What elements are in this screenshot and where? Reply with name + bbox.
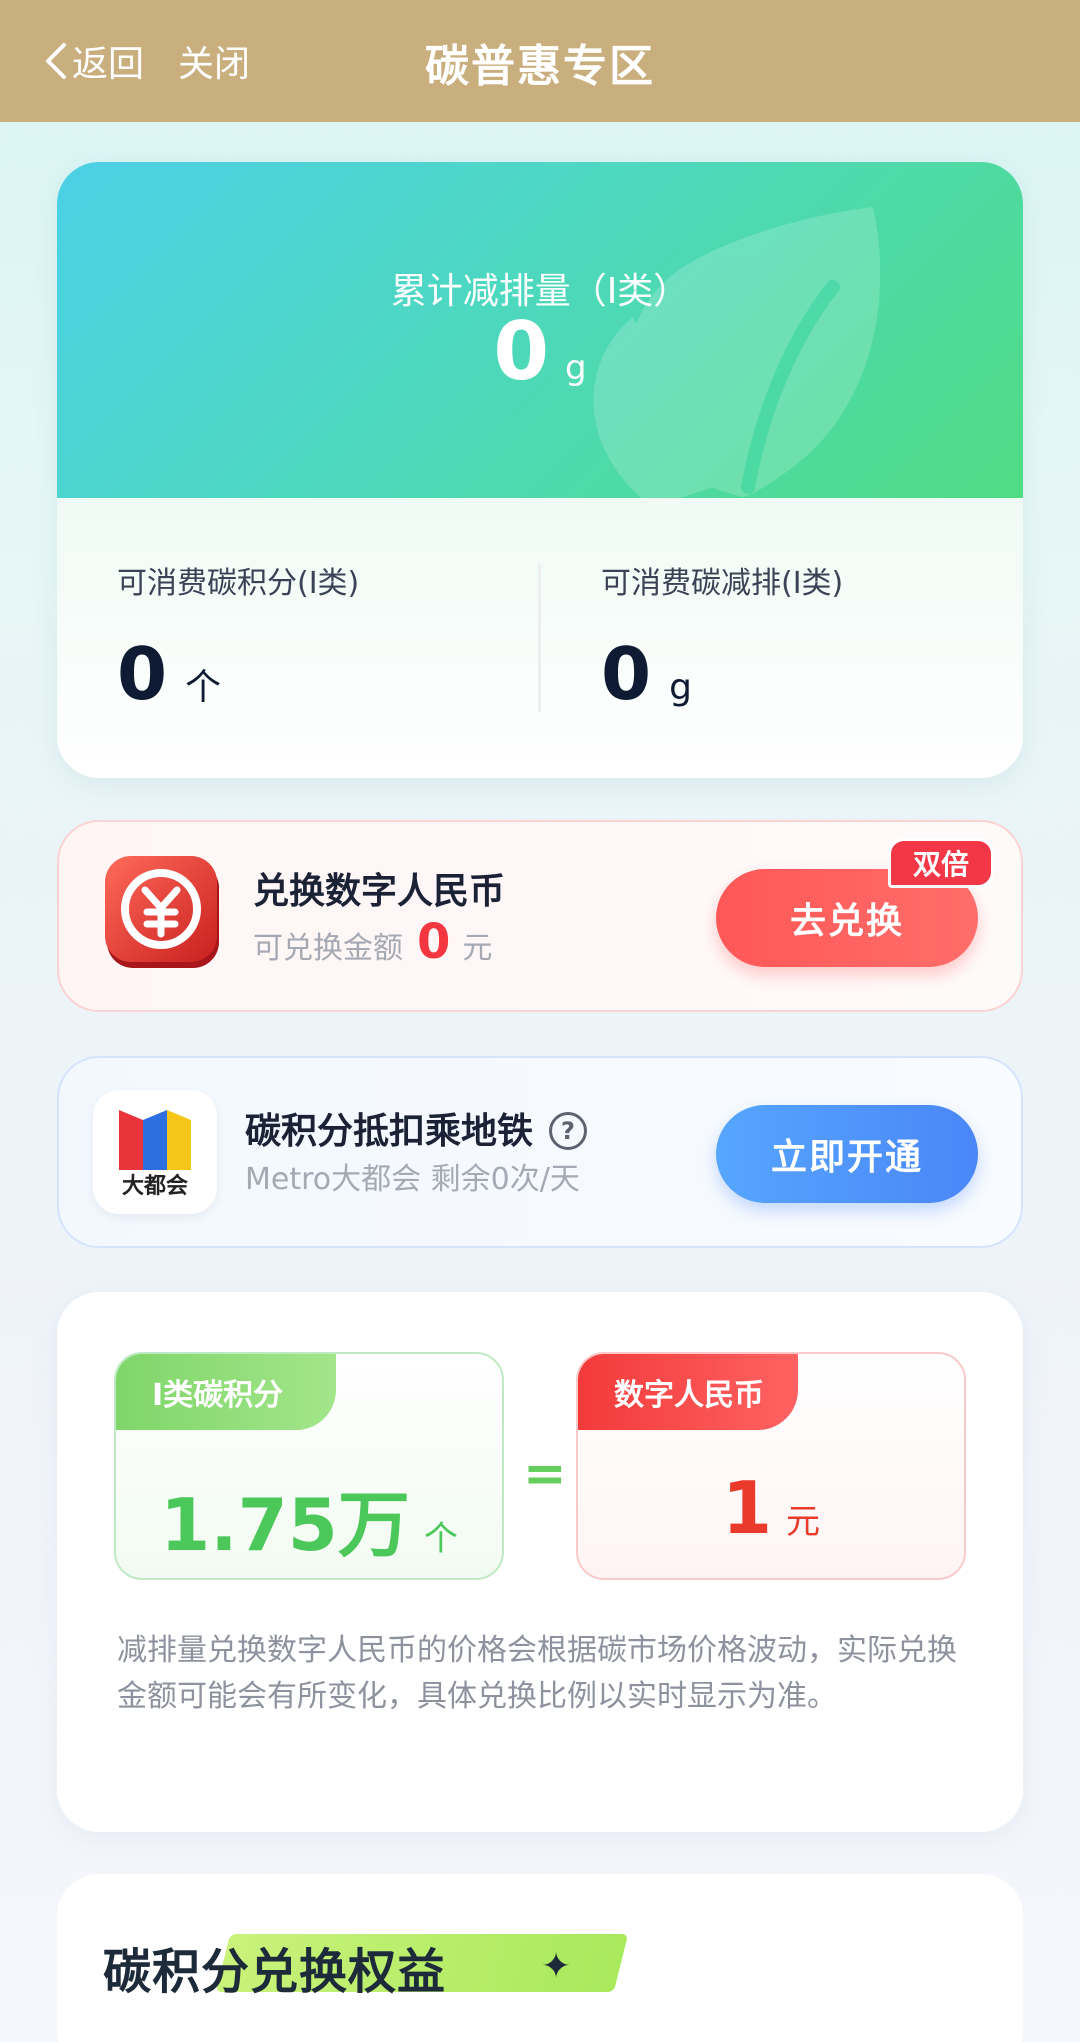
consumable-points: 可消费碳积分(I类) 0个 <box>117 558 359 716</box>
consumable-reduction-number: 0 <box>601 632 652 716</box>
rate-disclaimer: 减排量兑换数字人民币的价格会根据碳市场价格波动，实际兑换金额可能会有所变化，具体… <box>117 1633 957 1714</box>
stats-details: 可消费碳积分(I类) 0个 可消费碳减排(I类) 0g <box>57 498 1023 778</box>
digital-rmb-rate-unit: 元 <box>786 1502 821 1542</box>
consumable-points-label: 可消费碳积分(I类) <box>117 566 360 601</box>
double-badge: 双倍 <box>888 838 994 888</box>
carbon-points-rate-value: 1.75万 <box>160 1483 410 1567</box>
total-reduction-unit: g <box>565 348 587 388</box>
digital-rmb-rate-value: 1 <box>721 1466 773 1550</box>
metro-subtitle: Metro大都会 剩余0次/天 <box>245 1162 580 1197</box>
consumable-reduction-value: 0g <box>601 632 843 716</box>
consumable-points-number: 0 <box>117 632 168 716</box>
benefits-title: 碳积分兑换权益 <box>103 1944 447 2000</box>
sparkle-icon: ✦ <box>541 1946 572 1987</box>
consumable-points-value: 0个 <box>117 632 359 716</box>
consumable-reduction: 可消费碳减排(I类) 0g <box>601 558 843 716</box>
metro-deduction-card[interactable]: 大都会 碳积分抵扣乘地铁? Metro大都会 剩余0次/天 立即开通 <box>57 1056 1023 1248</box>
metro-title-row: 碳积分抵扣乘地铁? <box>245 1102 588 1154</box>
exchange-digital-rmb-card[interactable]: 兑换数字人民币 可兑换金额 0 元 去兑换 双倍 <box>57 820 1023 1012</box>
total-reduction-value: 0g <box>57 305 1023 398</box>
digital-rmb-box: 数字人民币 1元 <box>576 1352 966 1580</box>
total-reduction-number: 0 <box>493 305 550 398</box>
exchange-rate-card: I类碳积分 1.75万个 = 数字人民币 1元 减排量兑换数字人民币的价格会根据… <box>57 1292 1023 1832</box>
page-title: 碳普惠专区 <box>425 41 655 92</box>
benefits-card: 碳积分兑换权益 ✦ <box>57 1874 1023 2042</box>
stats-divider <box>538 564 541 712</box>
exchange-amount-value: 0 <box>417 914 451 970</box>
consumable-points-unit: 个 <box>185 667 222 708</box>
carbon-points-rate-unit: 个 <box>423 1519 458 1559</box>
exchange-title: 兑换数字人民币 <box>253 871 506 912</box>
equals-sign: = <box>523 1444 567 1504</box>
help-icon[interactable]: ? <box>549 1112 588 1150</box>
metro-logo-text: 大都会 <box>121 1174 188 1199</box>
metro-logo: 大都会 <box>93 1090 217 1214</box>
carbon-stats-card: 累计减排量（I类） 0g 可消费碳积分(I类) 0个 可消费碳减排(I类) 0g <box>57 162 1023 778</box>
carbon-points-box: I类碳积分 1.75万个 <box>114 1352 504 1580</box>
consumable-reduction-unit: g <box>669 667 692 708</box>
consumable-reduction-label: 可消费碳减排(I类) <box>601 566 844 601</box>
activate-now-button[interactable]: 立即开通 <box>716 1105 978 1203</box>
exchange-amount-row: 可兑换金额 0 元 <box>253 914 492 970</box>
exchange-amount-unit: 元 <box>462 931 493 966</box>
stats-header: 累计减排量（I类） 0g <box>57 162 1023 507</box>
digital-rmb-tag: 数字人民币 <box>578 1354 798 1430</box>
digital-rmb-rate: 1元 <box>578 1466 964 1550</box>
carbon-points-rate: 1.75万个 <box>116 1466 502 1571</box>
metro-title: 碳积分抵扣乘地铁 <box>245 1111 534 1152</box>
nav-bar: 返回 关闭 碳普惠专区 <box>0 0 1080 122</box>
digital-rmb-icon <box>105 856 219 968</box>
exchange-amount-label: 可兑换金额 <box>253 931 403 966</box>
carbon-points-tag: I类碳积分 <box>116 1354 336 1430</box>
